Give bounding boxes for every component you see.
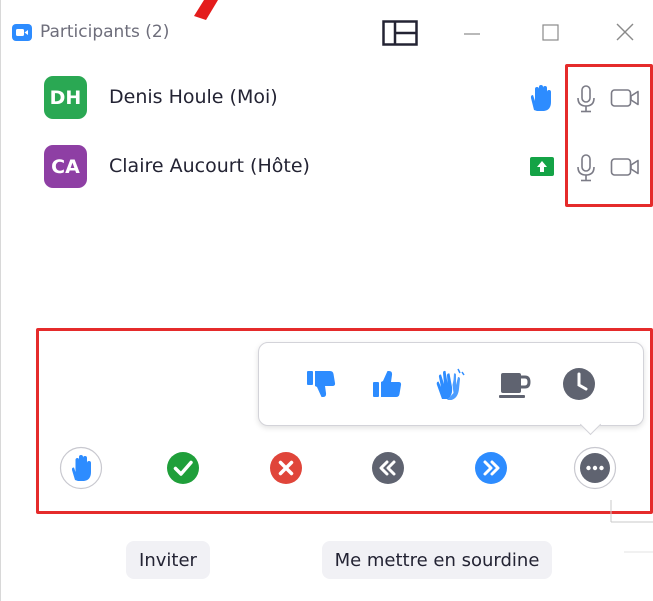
avatar: DH bbox=[44, 76, 87, 119]
maximize-icon[interactable] bbox=[530, 18, 570, 48]
participant-row[interactable]: DH Denis Houle (Moi) bbox=[0, 74, 653, 122]
raised-hand-icon bbox=[530, 85, 551, 111]
window-title: Participants (2) bbox=[40, 22, 170, 42]
highlight-box-feedback-controls bbox=[36, 328, 653, 514]
highlight-box-media-controls bbox=[565, 64, 653, 207]
participant-name: Denis Houle (Moi) bbox=[109, 86, 278, 108]
participant-name: Claire Aucourt (Hôte) bbox=[109, 155, 310, 177]
layout-toggle-icon[interactable] bbox=[382, 20, 418, 46]
close-icon[interactable] bbox=[606, 18, 646, 48]
avatar: CA bbox=[44, 145, 87, 188]
zoom-app-icon bbox=[12, 24, 32, 41]
participant-row[interactable]: CA Claire Aucourt (Hôte) bbox=[0, 143, 653, 191]
screen-share-icon bbox=[530, 157, 554, 176]
minimize-icon[interactable] bbox=[452, 18, 492, 48]
title-bar: Participants (2) bbox=[0, 0, 653, 62]
mute-myself-button[interactable]: Me mettre en sourdine bbox=[322, 541, 552, 579]
invite-button[interactable]: Inviter bbox=[126, 541, 210, 579]
